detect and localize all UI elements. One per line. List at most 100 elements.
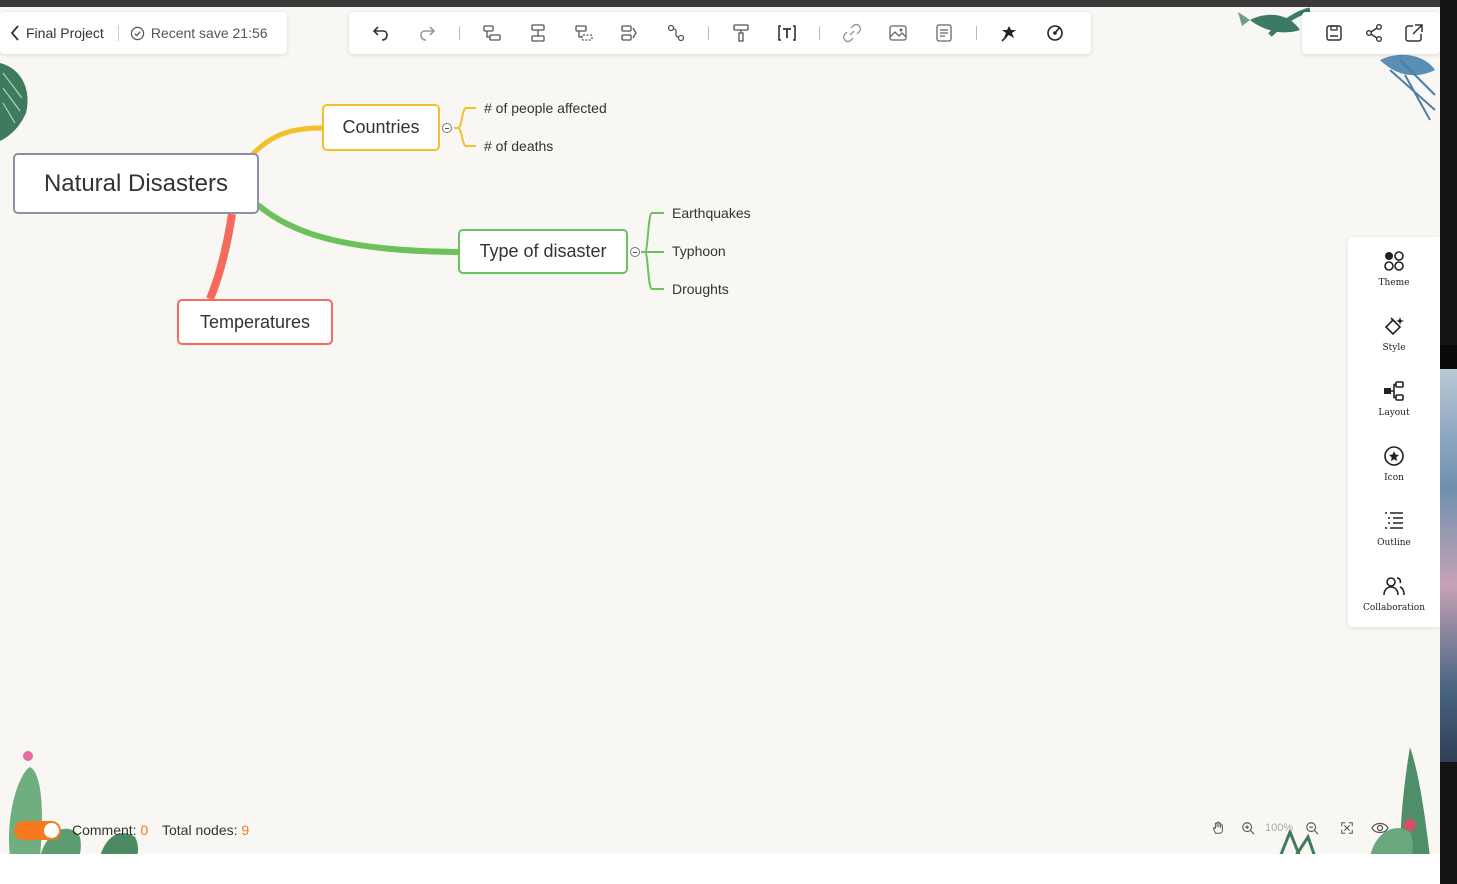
outline-icon	[1385, 512, 1403, 529]
leaf-deaths[interactable]: # of deaths	[484, 138, 553, 154]
note-button[interactable]	[930, 19, 958, 47]
text-style-button[interactable]	[773, 19, 801, 47]
add-summary-button[interactable]	[616, 19, 644, 47]
right-side-panel: Theme Style Layout Icon Outline Collabor…	[1348, 237, 1440, 627]
add-parent-button[interactable]	[570, 19, 598, 47]
layout-icon	[1384, 381, 1404, 401]
link-button[interactable]	[838, 19, 866, 47]
outline-label: Outline	[1377, 538, 1411, 548]
leaf-people-affected[interactable]: # of people affected	[484, 100, 607, 116]
style-panel-button[interactable]: Style	[1348, 315, 1440, 375]
nodes-count: 9	[241, 822, 250, 838]
collaboration-panel-button[interactable]: Collaboration	[1348, 575, 1440, 635]
toggle-knob	[44, 823, 59, 838]
comment-count: 0	[140, 822, 149, 838]
add-sibling-icon	[531, 24, 545, 42]
preview-button[interactable]	[1370, 818, 1390, 838]
zoom-out-button[interactable]	[1302, 818, 1322, 838]
zoom-out-icon	[1306, 822, 1319, 835]
image-icon	[889, 25, 907, 41]
edge-dark-band	[1440, 345, 1457, 369]
redo-icon	[420, 26, 436, 41]
window-top-strip	[0, 0, 1440, 7]
node-type-of-disaster[interactable]: Type of disaster	[458, 229, 628, 274]
image-button[interactable]	[884, 19, 912, 47]
add-parent-icon	[575, 25, 593, 41]
add-summary-icon	[621, 25, 637, 41]
relationship-button[interactable]	[662, 19, 690, 47]
leaf-typhoon[interactable]: Typhoon	[672, 243, 726, 259]
link-icon	[842, 23, 862, 43]
explore-button[interactable]	[1041, 19, 1069, 47]
hand-icon	[1213, 821, 1223, 834]
icon-panel-button[interactable]: Icon	[1348, 445, 1440, 505]
save-status-text: Recent save 21:56	[150, 25, 268, 41]
text-style-icon	[778, 25, 796, 41]
check-circle-icon	[130, 26, 145, 40]
style-icon	[1384, 317, 1404, 336]
layout-panel-button[interactable]: Layout	[1348, 380, 1440, 440]
users-icon	[1383, 577, 1405, 596]
zoom-in-icon	[1242, 822, 1255, 835]
icon-label: Icon	[1384, 473, 1404, 483]
note-icon	[936, 24, 952, 42]
save-icon	[1326, 25, 1342, 41]
collapse-countries-button[interactable]	[442, 123, 452, 133]
star-circle-icon	[1384, 446, 1404, 466]
divider	[117, 25, 119, 41]
leaf-earthquakes[interactable]: Earthquakes	[672, 205, 751, 221]
desktop-background-edge	[1440, 0, 1457, 884]
title-bar: Final Project Recent save 21:56	[0, 12, 287, 54]
comment-label: Comment:	[72, 822, 137, 838]
toolbar-divider	[708, 26, 709, 40]
share-button[interactable]	[1360, 19, 1388, 47]
sticker-button[interactable]	[995, 19, 1023, 47]
sticker-icon	[1001, 26, 1016, 42]
layout-label: Layout	[1378, 408, 1410, 418]
share-icon	[1366, 24, 1382, 42]
collapse-type-button[interactable]	[630, 247, 640, 257]
theme-label: Theme	[1378, 278, 1410, 288]
format-painter-button[interactable]	[727, 19, 755, 47]
comment-toggle[interactable]	[14, 821, 61, 840]
add-subtopic-button[interactable]	[478, 19, 506, 47]
hand-tool-button[interactable]	[1208, 818, 1228, 838]
toolbar-divider	[976, 26, 977, 40]
actions-bar	[1302, 12, 1440, 54]
redo-button[interactable]	[413, 19, 441, 47]
node-temperatures[interactable]: Temperatures	[177, 299, 333, 345]
save-button[interactable]	[1320, 19, 1348, 47]
fit-screen-button[interactable]	[1337, 818, 1357, 838]
mindmap-canvas[interactable]: Natural Disasters Countries # of people …	[0, 7, 1440, 854]
add-sibling-button[interactable]	[524, 19, 552, 47]
bottom-margin	[0, 854, 1440, 884]
undo-icon	[372, 26, 388, 41]
collaboration-label: Collaboration	[1363, 603, 1425, 613]
back-button[interactable]: Final Project	[0, 25, 104, 41]
status-bar: Comment: 0 Total nodes: 9 100%	[0, 816, 1440, 844]
outline-panel-button[interactable]: Outline	[1348, 510, 1440, 570]
theme-panel-button[interactable]: Theme	[1348, 250, 1440, 310]
explore-icon	[1047, 25, 1063, 41]
eye-icon	[1371, 822, 1389, 834]
zoom-in-button[interactable]	[1238, 818, 1258, 838]
zoom-level: 100%	[1265, 822, 1294, 834]
format-painter-icon	[733, 24, 749, 42]
comment-stat: Comment: 0	[72, 822, 148, 838]
fit-screen-icon	[1341, 822, 1353, 834]
save-status: Recent save 21:56	[130, 25, 268, 41]
leaf-droughts[interactable]: Droughts	[672, 281, 729, 297]
toolbar-divider	[819, 26, 820, 40]
theme-icon	[1384, 251, 1404, 271]
export-button[interactable]	[1400, 19, 1428, 47]
total-nodes-stat: Total nodes: 9	[162, 822, 249, 838]
relationship-icon	[667, 24, 685, 42]
nodes-label: Total nodes:	[162, 822, 238, 838]
undo-button[interactable]	[367, 19, 395, 47]
node-countries[interactable]: Countries	[322, 104, 440, 151]
style-label: Style	[1382, 343, 1406, 353]
project-title[interactable]: Final Project	[26, 25, 104, 41]
main-toolbar	[349, 12, 1091, 54]
root-node[interactable]: Natural Disasters	[13, 153, 259, 214]
export-icon	[1405, 24, 1423, 42]
